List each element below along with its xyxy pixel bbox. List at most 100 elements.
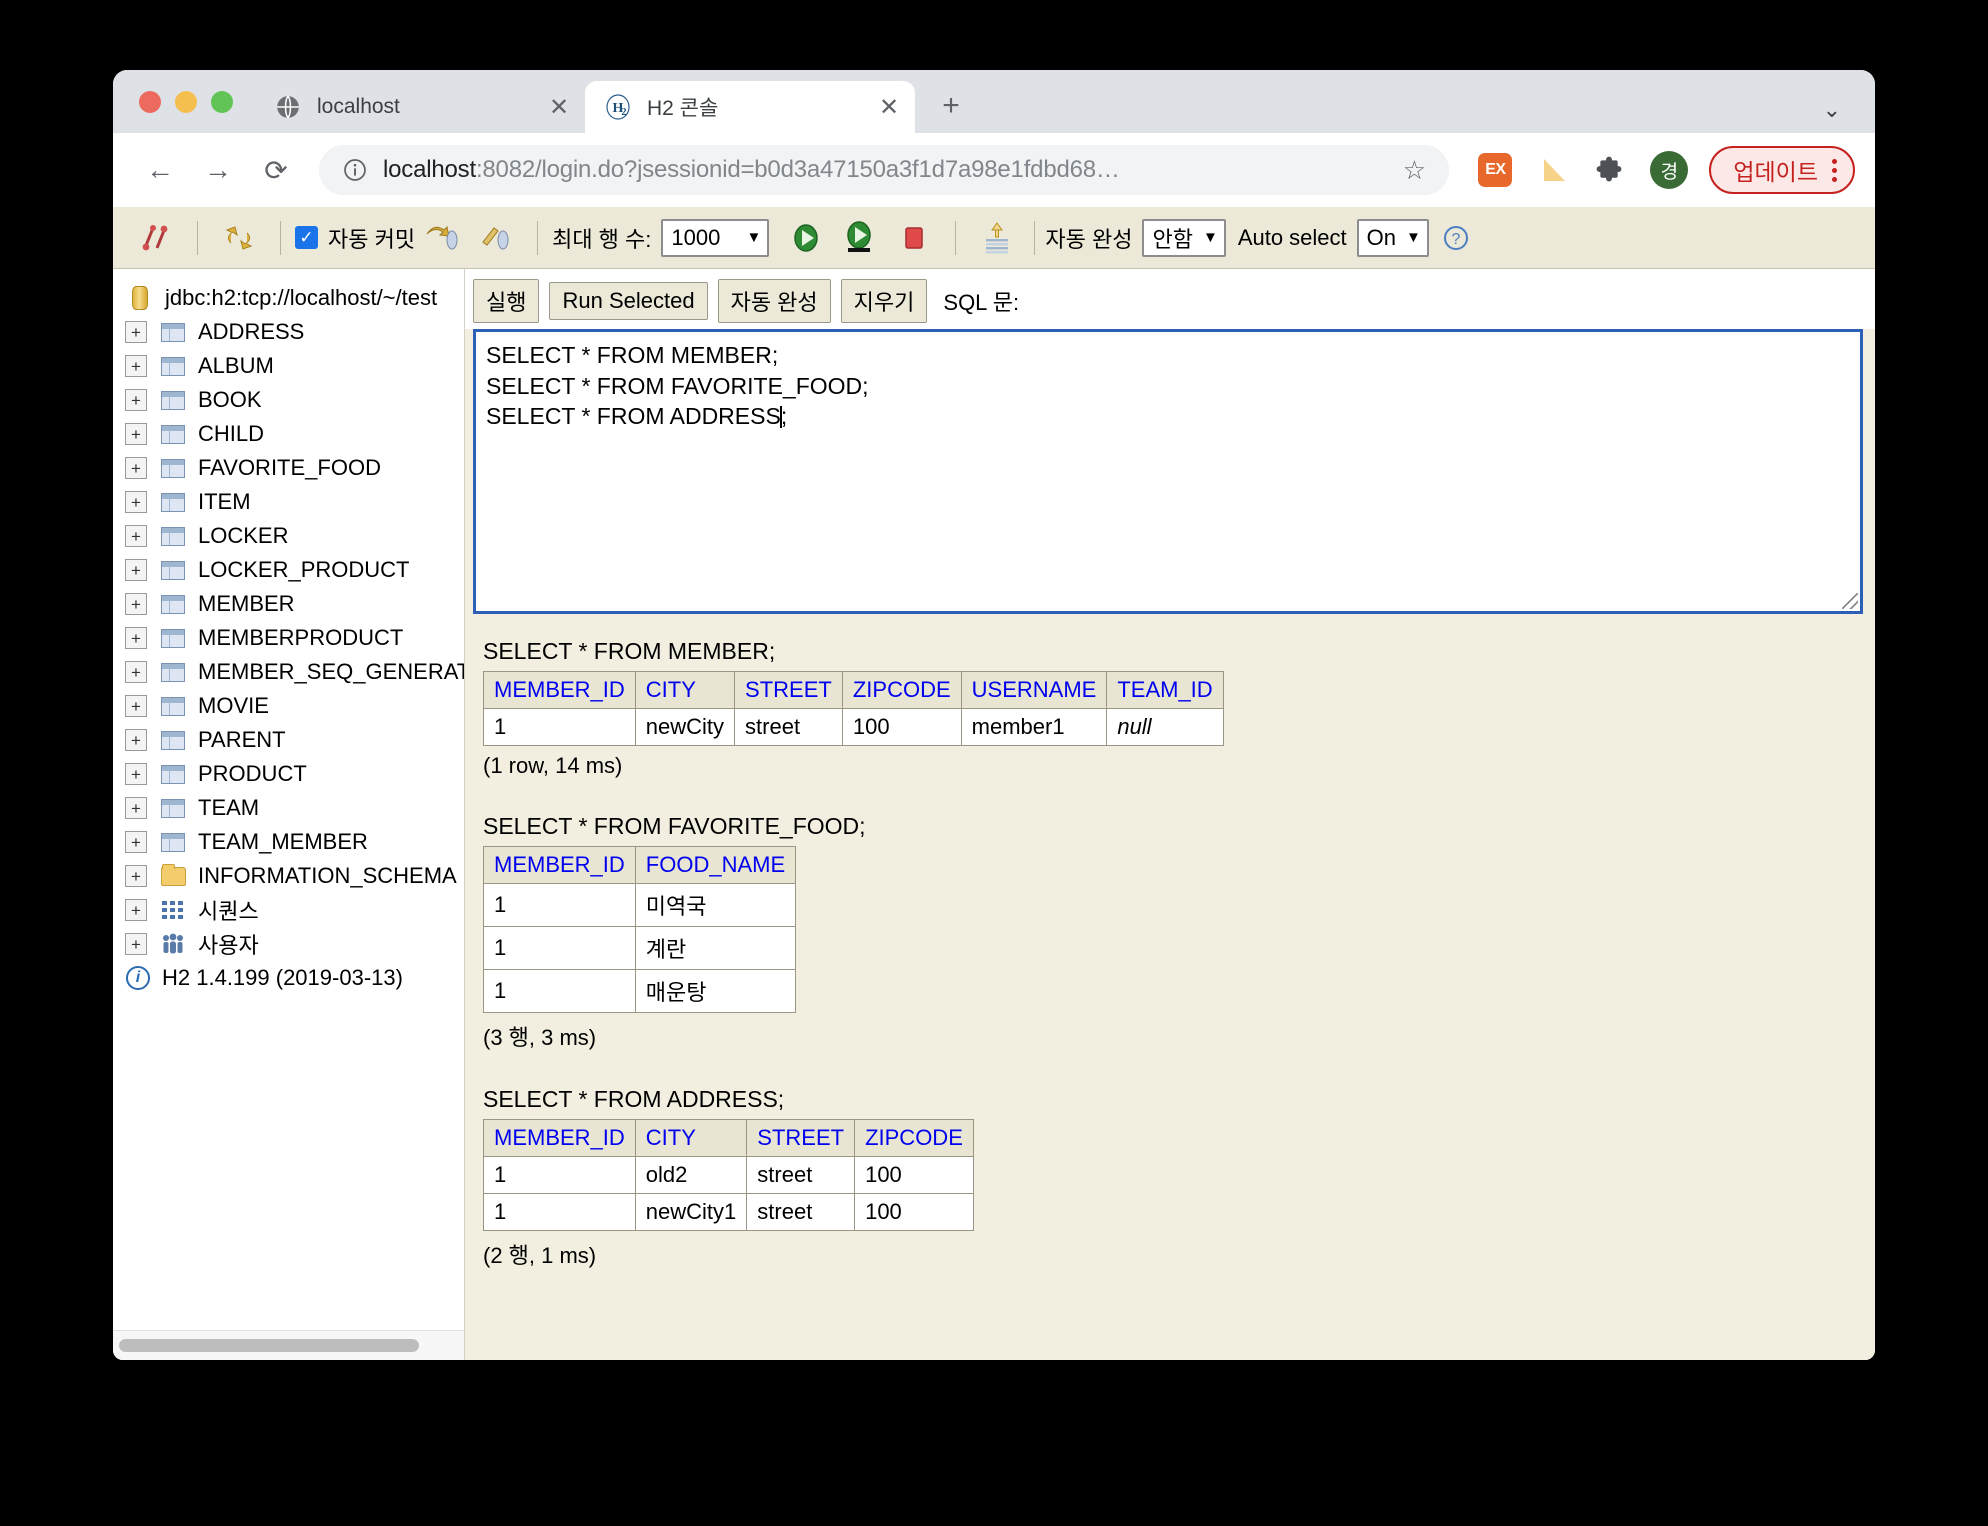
tab-localhost[interactable]: localhost ✕ [255, 81, 585, 133]
column-header: MEMBER_ID [483, 671, 636, 709]
expander-icon[interactable]: + [125, 593, 147, 615]
tree-item-table[interactable]: + PRODUCT [113, 757, 464, 791]
table-cell: 1 [483, 1193, 636, 1231]
expander-icon[interactable]: + [125, 389, 147, 411]
tree-item-table[interactable]: + MEMBERPRODUCT [113, 621, 464, 655]
minimize-window-button[interactable] [175, 90, 197, 113]
tree-item-information-schema[interactable]: + INFORMATION_SCHEMA [113, 859, 464, 893]
auto-select-select[interactable]: On ▼ [1356, 218, 1429, 257]
close-icon[interactable]: ✕ [873, 91, 905, 123]
puzzle-extensions-icon[interactable] [1587, 146, 1635, 194]
run-selected-button[interactable]: Run Selected [549, 282, 708, 320]
expander-icon[interactable]: + [125, 695, 147, 717]
tree-item-table[interactable]: + BOOK [113, 383, 464, 417]
tree-item-table[interactable]: + ADDRESS [113, 315, 464, 349]
help-icon[interactable]: ? [1429, 216, 1483, 260]
clear-icon[interactable] [970, 216, 1024, 260]
expander-icon[interactable]: + [125, 457, 147, 479]
tree-item-table[interactable]: + ITEM [113, 485, 464, 519]
tree-item-connection[interactable]: jdbc:h2:tcp://localhost/~/test [113, 281, 464, 315]
reload-button[interactable]: ⟳ [249, 143, 303, 197]
info-icon[interactable] [341, 156, 369, 184]
table-icon [160, 423, 186, 445]
tree-item-table[interactable]: + LOCKER [113, 519, 464, 553]
chevron-down-icon[interactable]: ⌄ [1823, 97, 1841, 123]
h2-logo-icon: H 2 [605, 94, 631, 120]
expander-icon[interactable]: + [125, 729, 147, 751]
new-tab-button[interactable]: + [929, 84, 973, 128]
result-block: SELECT * FROM MEMBER; MEMBER_ID CITY STREET… [483, 638, 1875, 779]
tree-item-label: BOOK [198, 387, 262, 412]
checkbox-checked-icon[interactable]: ✓ [295, 226, 318, 249]
update-button[interactable]: 업데이트 [1709, 146, 1855, 194]
table-header-row: MEMBER_ID CITY STREET ZIPCODE USERNAME TEAM_I… [483, 671, 1224, 709]
autocomplete-button[interactable]: 자동 완성 [717, 279, 831, 323]
expander-icon[interactable]: + [125, 627, 147, 649]
tree-item-table[interactable]: + TEAM [113, 791, 464, 825]
run-selected-icon[interactable] [833, 216, 887, 260]
expander-icon[interactable]: + [125, 525, 147, 547]
maximize-window-button[interactable] [211, 90, 233, 113]
expander-icon[interactable]: + [125, 661, 147, 683]
tree-item-label: INFORMATION_SCHEMA [198, 863, 457, 888]
bookmark-star-icon[interactable]: ☆ [1395, 151, 1433, 189]
table-cell: member1 [960, 708, 1108, 746]
divider [1034, 220, 1036, 255]
table-row: 1 매운탕 [483, 969, 797, 1013]
tree-item-table[interactable]: + PARENT [113, 723, 464, 757]
sidebar-horizontal-scrollbar[interactable] [113, 1330, 464, 1360]
tree-item-sequences[interactable]: + 시퀀스 [113, 893, 464, 927]
expander-icon[interactable]: + [125, 831, 147, 853]
max-rows-select[interactable]: 1000 ▼ [661, 218, 770, 257]
expander-icon[interactable]: + [125, 355, 147, 377]
table-cell: 100 [841, 708, 962, 746]
tree-item-users[interactable]: + 사용자 [113, 927, 464, 961]
autocomplete-select[interactable]: 안함 ▼ [1142, 218, 1226, 257]
run-button[interactable]: 실행 [473, 279, 540, 323]
kebab-menu-icon[interactable] [1832, 158, 1837, 182]
tree-item-table[interactable]: + MOVIE [113, 689, 464, 723]
sql-input[interactable]: SELECT * FROM MEMBER; SELECT * FROM FAVO… [473, 329, 1863, 614]
tree-item-table[interactable]: + MEMBER_SEQ_GENERATO [113, 655, 464, 689]
forward-button[interactable]: → [191, 143, 245, 197]
expander-icon[interactable]: + [125, 899, 147, 921]
run-icon[interactable] [779, 216, 833, 260]
tree-item-table[interactable]: + MEMBER [113, 587, 464, 621]
tree-item-table[interactable]: + CHILD [113, 417, 464, 451]
refresh-icon[interactable] [212, 216, 266, 260]
stop-icon[interactable] [887, 216, 941, 260]
back-button[interactable]: ← [133, 143, 187, 197]
auto-select-label: Auto select [1237, 224, 1347, 250]
omnibox[interactable]: localhost:8082/login.do?jsessionid=b0d3a… [319, 145, 1450, 195]
resize-handle[interactable] [1842, 593, 1858, 609]
expander-icon[interactable]: + [125, 933, 147, 955]
tree-item-table[interactable]: + ALBUM [113, 349, 464, 383]
autocommit-checkbox[interactable]: ✓ 자동 커밋 [295, 222, 415, 254]
expander-icon[interactable]: + [125, 865, 147, 887]
expander-icon[interactable]: + [125, 763, 147, 785]
commit-icon[interactable] [415, 216, 469, 260]
window-controls [131, 70, 255, 133]
clear-button[interactable]: 지우기 [840, 279, 928, 323]
avatar[interactable]: 경 [1645, 146, 1693, 194]
expander-icon[interactable]: + [125, 321, 147, 343]
close-icon[interactable]: ✕ [543, 91, 575, 123]
tab-h2-console[interactable]: H 2 H2 콘솔 ✕ [585, 81, 915, 133]
main-panel: 실행 Run Selected 자동 완성 지우기 SQL 문: SELECT … [465, 269, 1875, 1360]
tree-item-table[interactable]: + TEAM_MEMBER [113, 825, 464, 859]
ex-extension-icon[interactable]: EX [1471, 146, 1519, 194]
rollback-icon[interactable] [469, 216, 523, 260]
column-header: MEMBER_ID [483, 1119, 636, 1157]
tree-item-table[interactable]: + FAVORITE_FOOD [113, 451, 464, 485]
triangle-extension-icon[interactable] [1529, 146, 1577, 194]
tree-item-table[interactable]: + LOCKER_PRODUCT [113, 553, 464, 587]
disconnect-icon[interactable] [129, 216, 183, 260]
expander-icon[interactable]: + [125, 559, 147, 581]
expander-icon[interactable]: + [125, 423, 147, 445]
expander-icon[interactable]: + [125, 491, 147, 513]
scrollbar-thumb[interactable] [119, 1339, 419, 1352]
close-window-button[interactable] [139, 90, 161, 113]
expander-icon[interactable]: + [125, 797, 147, 819]
sql-line-1: SELECT * FROM MEMBER; [486, 342, 779, 368]
table-icon [160, 457, 186, 479]
